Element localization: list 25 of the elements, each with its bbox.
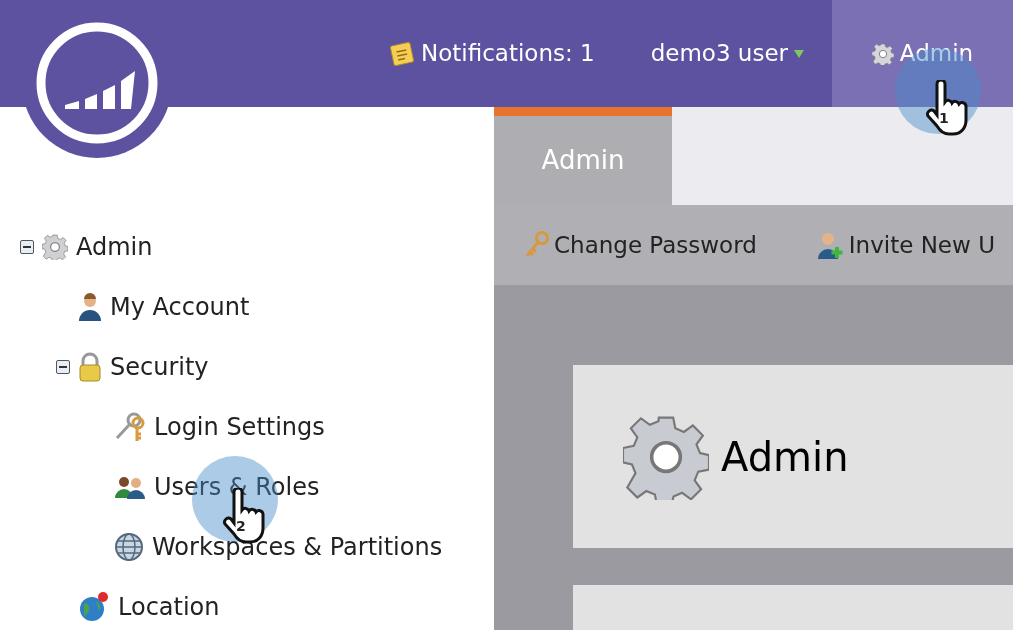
panel-title: Admin	[721, 432, 849, 482]
note-icon	[389, 40, 415, 67]
globe-pin-icon	[78, 591, 110, 623]
user-menu[interactable]: demo3 user	[622, 0, 832, 107]
globe-icon	[114, 532, 144, 562]
tree-item[interactable]: Location	[118, 589, 220, 625]
toolbar-button[interactable]: Change Password	[524, 227, 757, 263]
collapse-toggle[interactable]	[56, 360, 70, 374]
tree-item[interactable]: Security	[110, 349, 209, 385]
keys-icon	[114, 411, 146, 443]
nav-item[interactable]: Notifications: 1	[361, 0, 623, 107]
gear-icon	[871, 42, 894, 65]
toolbar-button[interactable]: Invite New U	[816, 227, 995, 263]
lock-icon	[78, 352, 102, 382]
step-number: 2	[236, 517, 246, 536]
step-number: 1	[939, 109, 949, 128]
collapse-toggle[interactable]	[20, 240, 34, 254]
tree-item[interactable]: Admin	[76, 229, 153, 265]
tree-item[interactable]: My Account	[110, 289, 250, 325]
gear-icon	[42, 234, 68, 260]
caret-icon	[794, 49, 804, 58]
add-user-icon	[816, 230, 845, 260]
users-icon	[114, 474, 146, 500]
person-icon	[78, 293, 102, 321]
tree-item[interactable]: Login Settings	[154, 409, 325, 445]
